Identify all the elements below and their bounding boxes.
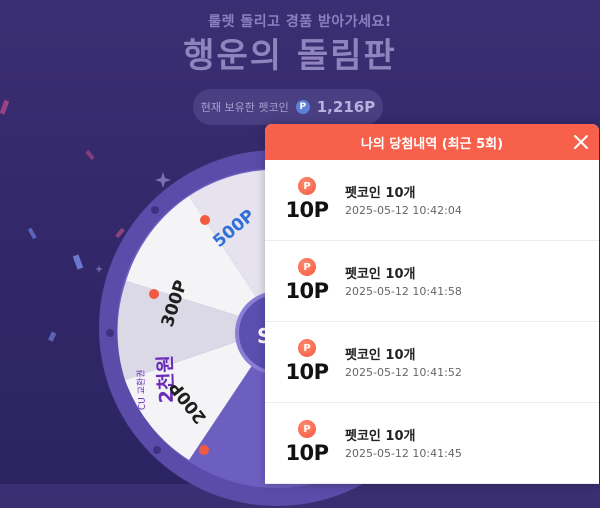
history-prize-name: 펫코인 10개 [345, 186, 416, 201]
coin-badge-icon: P [298, 420, 316, 438]
history-timestamp: 2025-05-12 10:41:45 [345, 447, 462, 460]
coin-icon: P [295, 100, 310, 114]
history-prize-name: 펫코인 10개 [345, 267, 416, 282]
history-amount: 10P [285, 279, 329, 303]
modal-header: 나의 당첨내역 (최근 5회) [265, 124, 599, 160]
coin-balance-label: 현재 보유한 펫코인 [200, 101, 289, 114]
wheel-dot [151, 206, 159, 214]
coin-badge-icon: P [298, 258, 316, 276]
history-item: P 10P 펫코인 10개 2025-05-12 10:42:04 [265, 160, 599, 241]
history-prize-name: 펫코인 10개 [345, 348, 416, 363]
history-amount: 10P [285, 441, 329, 465]
history-item: P 10P 펫코인 10개 2025-05-12 10:41:52 [265, 322, 599, 403]
history-prize-name: 펫코인 10개 [345, 429, 416, 444]
history-modal: 나의 당첨내역 (최근 5회) P 10P 펫코인 10개 2025-05-12… [265, 124, 599, 484]
wheel-dot [153, 446, 161, 454]
history-item: P 10P 펫코인 10개 2025-05-12 10:41:45 [265, 403, 599, 484]
modal-title: 나의 당첨내역 (최근 5회) [360, 136, 504, 152]
history-timestamp: 2025-05-12 10:42:04 [345, 204, 462, 217]
history-amount: 10P [285, 198, 329, 222]
coin-balance-pill: 현재 보유한 펫코인 P 1,216P [193, 89, 383, 125]
segment-coin-badge [149, 289, 159, 299]
history-item: P 10P 펫코인 10개 2025-05-12 10:41:58 [265, 241, 599, 322]
coin-badge-icon: P [298, 177, 316, 195]
history-amount: 10P [285, 360, 329, 384]
page-title: 행운의 돌림판 [183, 36, 397, 76]
segment-coin-badge [199, 445, 209, 455]
coin-balance-value: 1,216P [316, 98, 376, 116]
history-list: P 10P 펫코인 10개 2025-05-12 10:42:04 P 10P … [265, 160, 599, 484]
wheel-dot [106, 329, 114, 337]
coin-badge-icon: P [298, 339, 316, 357]
history-timestamp: 2025-05-12 10:41:58 [345, 285, 462, 298]
segment-coin-badge [200, 215, 210, 225]
history-timestamp: 2025-05-12 10:41:52 [345, 366, 462, 379]
close-icon[interactable] [573, 134, 589, 150]
